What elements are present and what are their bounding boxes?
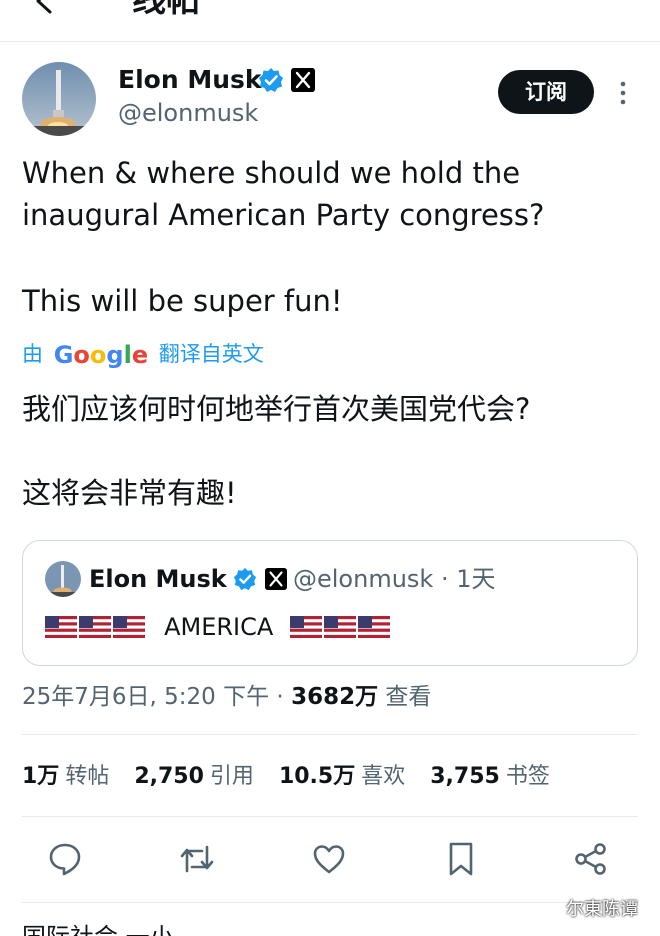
stat-quotes[interactable]: 2,750 引用: [134, 764, 272, 789]
us-flag-icon: [79, 616, 111, 638]
watermark: 尔東陈谭: [566, 899, 638, 920]
translate-link[interactable]: 由 Google 翻译自英文: [22, 336, 264, 370]
stat-retweets[interactable]: 1万 转帖: [22, 764, 127, 789]
tweet-text-line: This will be super fun!: [22, 284, 343, 318]
google-logo: Google: [53, 340, 149, 369]
retweet-icon[interactable]: [178, 840, 216, 878]
x-logo-icon: [265, 568, 287, 590]
like-icon[interactable]: [310, 840, 348, 878]
views-count: 3682万: [291, 684, 379, 710]
x-logo-icon: [291, 68, 315, 92]
author-handle[interactable]: @elonmusk: [118, 97, 258, 129]
us-flag-icon: [113, 616, 145, 638]
stat-bookmarks[interactable]: 3,755 书签: [430, 764, 568, 789]
us-flag-icon: [290, 616, 323, 638]
verified-badge-icon: [233, 567, 257, 591]
divider: [22, 902, 638, 903]
reply-icon[interactable]: [46, 840, 84, 878]
quote-body: AMERICA: [45, 611, 392, 643]
subscribe-button[interactable]: 订阅: [498, 70, 594, 114]
tweet-text-line: inaugural American Party congress?: [22, 198, 545, 232]
translate-prefix: 由: [22, 342, 43, 366]
timestamp-text: 25年7月6日, 5:20 下午 ·: [22, 684, 292, 710]
divider: [22, 734, 638, 735]
engagement-stats: 1万 转帖 2,750 引用 10.5万 喜欢 3,755 书签: [22, 760, 568, 794]
tweet-timestamp[interactable]: 25年7月6日, 5:20 下午 · 3682万 查看: [22, 680, 431, 714]
page-title: 线帖: [132, 0, 200, 20]
verified-badge-icon: [259, 68, 283, 92]
avatar[interactable]: [22, 62, 96, 136]
tweet-text-line: When & where should we hold the: [22, 156, 521, 190]
views-label: 查看: [378, 684, 432, 710]
quoted-tweet-card[interactable]: Elon Musk @elonmusk · 1天 AMERICA: [22, 540, 638, 666]
translated-text-line: 我们应该何时何地举行首次美国党代会?: [22, 392, 531, 426]
more-options-icon[interactable]: [614, 78, 632, 108]
quote-meta: @elonmusk · 1天: [293, 565, 496, 593]
translated-text-line: 这将会非常有趣!: [22, 476, 237, 510]
us-flag-icon: [45, 616, 77, 638]
divider: [22, 816, 638, 817]
quote-text: AMERICA: [164, 613, 274, 641]
stat-likes[interactable]: 10.5万 喜欢: [279, 764, 423, 789]
us-flag-icon: [358, 616, 391, 638]
share-icon[interactable]: [572, 840, 610, 878]
author-name[interactable]: Elon Musk: [118, 64, 262, 96]
next-tweet-preview: 国际社会 一小: [22, 922, 174, 936]
translate-suffix: 翻译自英文: [158, 342, 264, 366]
top-bar: 线帖: [0, 0, 660, 42]
bookmark-icon[interactable]: [442, 840, 480, 878]
quote-author-name: Elon Musk: [89, 565, 227, 593]
arrow-left-icon[interactable]: [30, 0, 60, 16]
us-flag-icon: [324, 616, 357, 638]
avatar: [45, 561, 81, 597]
